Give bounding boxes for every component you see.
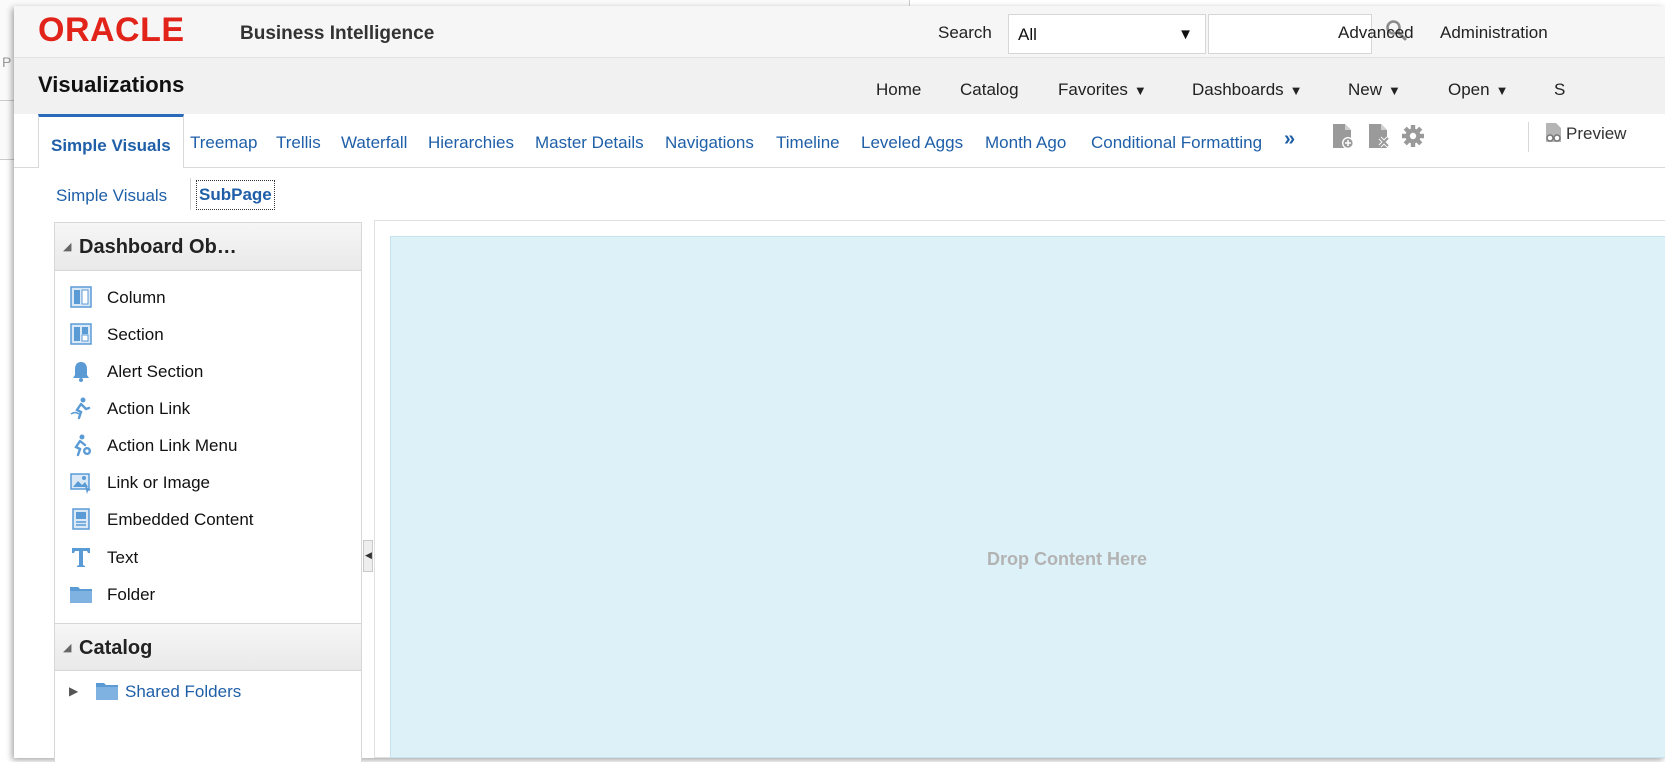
title-bar: Visualizations Home Catalog Favorites ▼ D… <box>14 58 1665 114</box>
tab-conditional-formatting[interactable]: Conditional Formatting <box>1091 133 1262 153</box>
nav-catalog-label: Catalog <box>960 80 1019 99</box>
object-section[interactable]: Section <box>69 320 349 350</box>
nav-catalog[interactable]: Catalog <box>960 80 1019 100</box>
dashboard-objects-panel: ◢ Dashboard Ob… Column Section Alert Sec… <box>54 222 362 762</box>
embedded-content-icon <box>72 508 90 530</box>
object-label: Text <box>107 548 139 567</box>
tab-navigations[interactable]: Navigations <box>665 133 754 153</box>
bi-application-window: ORACLE Business Intelligence Search All … <box>14 6 1665 762</box>
object-column[interactable]: Column <box>69 283 349 313</box>
tab-timeline[interactable]: Timeline <box>776 133 840 153</box>
bell-icon <box>73 362 89 382</box>
collapse-triangle-icon: ◢ <box>63 642 72 654</box>
nav-home[interactable]: Home <box>876 80 921 100</box>
nav-open[interactable]: Open ▼ <box>1448 80 1508 100</box>
background-window-fragment: P <box>2 54 12 70</box>
drop-zone[interactable]: Drop Content Here <box>390 236 1665 758</box>
administration-link[interactable]: Administration <box>1440 23 1548 43</box>
action-link-icon <box>70 397 91 420</box>
object-label: Link or Image <box>107 473 210 492</box>
preview-icon <box>1546 123 1561 142</box>
subpage-tabs: Simple Visuals SubPage <box>14 168 1665 220</box>
dashboard-objects-header[interactable]: ◢ Dashboard Ob… <box>55 223 361 271</box>
catalog-tree-item-shared-folders[interactable]: ▶ Shared Folders <box>69 677 349 707</box>
panel-collapse-handle[interactable]: ◀ <box>363 540 373 572</box>
object-action-link-menu[interactable]: Action Link Menu <box>69 431 349 461</box>
tab-hierarchies[interactable]: Hierarchies <box>428 133 514 153</box>
gear-icon[interactable] <box>1400 122 1426 150</box>
object-text[interactable]: Text <box>69 543 349 573</box>
oracle-logo: ORACLE <box>38 11 185 49</box>
object-label: Action Link <box>107 399 191 418</box>
delete-page-icon[interactable] <box>1366 122 1392 150</box>
expand-triangle-icon[interactable]: ▶ <box>69 684 78 698</box>
nav-new[interactable]: New ▼ <box>1348 80 1401 100</box>
tab-trellis[interactable]: Trellis <box>276 133 321 153</box>
tab-month-ago[interactable]: Month Ago <box>985 133 1066 153</box>
object-label: Column <box>107 288 166 307</box>
dashboard-objects-title: Dashboard Ob… <box>79 236 237 258</box>
subtab-simple-visuals[interactable]: Simple Visuals <box>56 186 167 206</box>
tab-waterfall[interactable]: Waterfall <box>341 133 407 153</box>
caret-down-icon: ▼ <box>1495 83 1509 98</box>
catalog-title: Catalog <box>79 637 153 659</box>
caret-down-icon: ▼ <box>1178 26 1193 43</box>
column-icon <box>70 286 92 308</box>
object-action-link[interactable]: Action Link <box>69 394 349 424</box>
caret-down-icon: ▼ <box>1133 83 1147 98</box>
shared-folders-link[interactable]: Shared Folders <box>125 682 241 702</box>
object-label: Alert Section <box>107 362 204 381</box>
add-page-icon[interactable] <box>1330 122 1356 150</box>
advanced-link[interactable]: Advanced <box>1338 23 1414 43</box>
collapse-triangle-icon: ◢ <box>63 241 72 253</box>
tab-master-details[interactable]: Master Details <box>535 133 644 153</box>
caret-down-icon: ▼ <box>1289 83 1303 98</box>
double-chevron-right-icon[interactable]: » <box>1284 128 1295 151</box>
object-alert-section[interactable]: Alert Section <box>69 357 349 387</box>
subtab-divider <box>190 178 191 210</box>
nav-truncated[interactable]: S <box>1554 80 1565 100</box>
object-label: Action Link Menu <box>107 436 238 455</box>
preview-label: Preview <box>1566 124 1627 143</box>
dashboard-page-tabs: Simple Visuals Treemap Trellis Waterfall… <box>14 114 1665 168</box>
object-label: Section <box>107 325 164 344</box>
search-scope-value: All <box>1018 25 1037 44</box>
object-folder[interactable]: Folder <box>69 580 349 610</box>
tab-simple-visuals[interactable]: Simple Visuals <box>38 114 184 168</box>
tab-leveled-aggs[interactable]: Leveled Aggs <box>861 133 963 153</box>
text-icon <box>72 548 90 567</box>
nav-new-label: New <box>1348 80 1383 99</box>
nav-open-label: Open <box>1448 80 1490 99</box>
collapse-left-icon: ◀ <box>365 550 372 560</box>
catalog-header[interactable]: ◢ Catalog <box>55 623 361 671</box>
product-name: Business Intelligence <box>240 23 435 44</box>
toolbar-divider <box>1528 122 1529 152</box>
preview-button[interactable]: Preview <box>1544 122 1626 144</box>
folder-icon <box>70 587 92 603</box>
nav-home-label: Home <box>876 80 922 99</box>
nav-dashboards-label: Dashboards <box>1192 80 1284 99</box>
search-label: Search <box>938 23 992 42</box>
global-header: ORACLE Business Intelligence Search All … <box>14 6 1665 58</box>
page-title: Visualizations <box>38 72 185 97</box>
subtab-subpage[interactable]: SubPage <box>196 180 275 210</box>
object-label: Folder <box>107 585 156 604</box>
folder-icon <box>96 683 118 700</box>
nav-favorites-label: Favorites <box>1058 80 1128 99</box>
nav-favorites[interactable]: Favorites ▼ <box>1058 80 1147 100</box>
caret-down-icon: ▼ <box>1388 83 1401 98</box>
object-label: Embedded Content <box>107 510 254 529</box>
nav-dashboards[interactable]: Dashboards ▼ <box>1192 80 1303 100</box>
object-embedded-content[interactable]: Embedded Content <box>69 505 349 535</box>
drop-zone-label: Drop Content Here <box>986 549 1147 569</box>
section-icon <box>70 323 92 345</box>
search-scope-select[interactable]: All ▼ <box>1008 14 1206 54</box>
object-link-or-image[interactable]: Link or Image <box>69 468 349 498</box>
tab-treemap[interactable]: Treemap <box>190 133 257 153</box>
action-link-menu-icon <box>74 434 91 457</box>
image-icon <box>70 473 91 494</box>
